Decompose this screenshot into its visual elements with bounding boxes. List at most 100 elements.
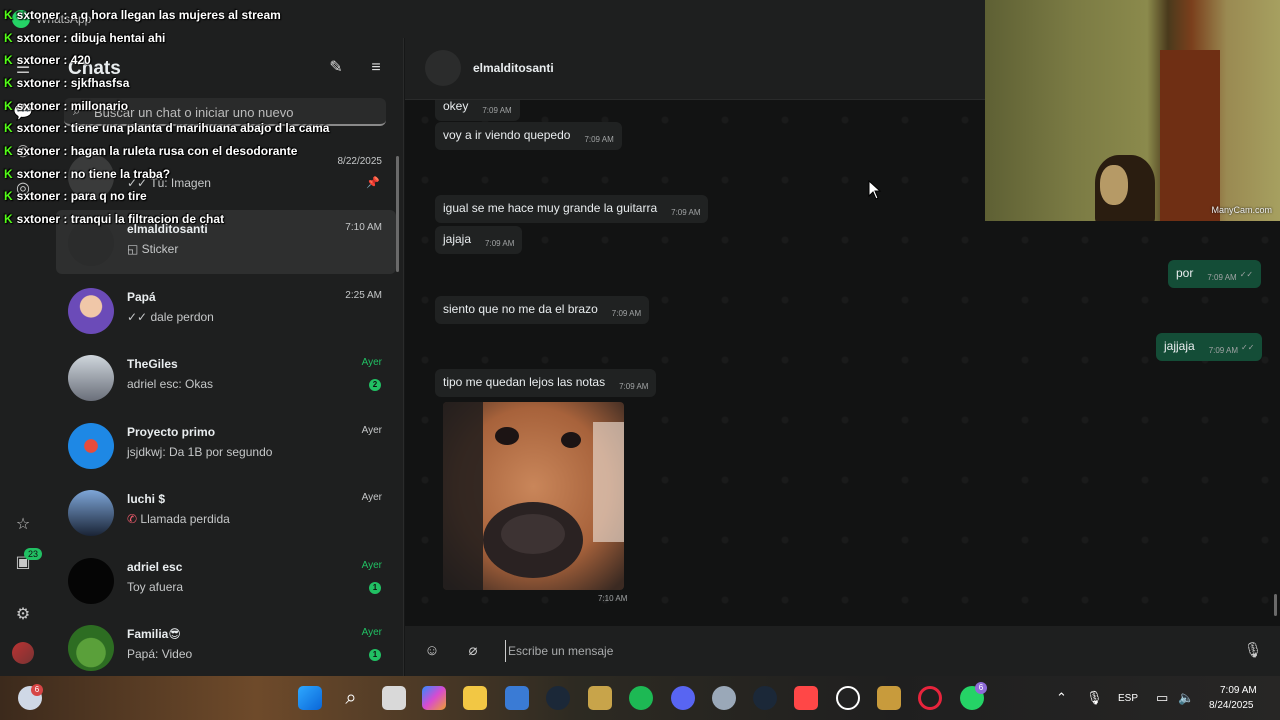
kick-icon: K <box>4 212 13 226</box>
message-input[interactable] <box>505 640 1205 662</box>
filter-icon[interactable]: ≡ <box>366 58 386 78</box>
chat-preview: jsjdkwj: Da 1B por segundo <box>127 445 273 459</box>
sticker-time: 7:10 AM <box>598 594 628 603</box>
task-view-icon[interactable] <box>382 686 406 710</box>
sticker-icon: ◱ <box>127 242 142 256</box>
start-icon[interactable] <box>298 686 322 710</box>
webcam-watermark: ManyCam.com <box>1211 205 1272 215</box>
stream-chat-line: Ksxtoner : para q no tire <box>4 189 147 203</box>
chat-item[interactable]: adriel esc Toy afuera Ayer 1 <box>56 548 396 612</box>
chat-name: Proyecto primo <box>127 425 216 439</box>
clock-time[interactable]: 7:09 AM <box>1220 685 1257 696</box>
search-taskbar-icon[interactable]: ⌕ <box>339 686 363 710</box>
ea-icon[interactable] <box>794 686 818 710</box>
app-icon[interactable] <box>588 686 612 710</box>
chat-preview: ✓✓ dale perdon <box>127 310 214 324</box>
chat-name: Familia😎 <box>127 627 181 641</box>
stream-chat-line: Ksxtoner : dibuja hentai ahi <box>4 31 166 45</box>
chat-avatar <box>68 490 114 536</box>
message-bubble-out[interactable]: jajjaja 7:09 AM ✓✓ <box>1156 333 1263 361</box>
clock-date[interactable]: 8/24/2025 <box>1209 700 1254 711</box>
steam-icon-2[interactable] <box>753 686 777 710</box>
contact-name[interactable]: elmalditosanti <box>473 61 554 75</box>
stream-chat-line: Ksxtoner : hagan la ruleta rusa con el d… <box>4 144 298 158</box>
kick-icon: K <box>4 167 13 181</box>
chat-item[interactable]: Familia😎 Papá: Video Ayer 1 <box>56 615 396 679</box>
chat-name: Papá <box>127 290 156 304</box>
message-bubble[interactable]: tipo me quedan lejos las notas 7:09 AM <box>435 369 657 397</box>
sticker-image[interactable] <box>443 402 624 590</box>
chat-time: 7:10 AM <box>345 222 382 233</box>
language-indicator[interactable]: ESP <box>1118 693 1138 704</box>
chat-item[interactable]: TheGiles adriel esc: Okas Ayer 2 <box>56 345 396 409</box>
chat-preview: ✆ Llamada perdida <box>127 512 230 526</box>
spotify-icon[interactable] <box>629 686 653 710</box>
contact-avatar[interactable] <box>425 50 461 86</box>
read-check-icon: ✓✓ <box>1241 343 1255 352</box>
message-bubble[interactable]: voy a ir viendo quepedo 7:09 AM <box>435 122 622 150</box>
chat-list-scrollbar[interactable] <box>396 156 399 272</box>
discord-icon[interactable] <box>671 686 695 710</box>
kick-icon: K <box>4 189 13 203</box>
chat-name: luchi $ <box>127 492 166 506</box>
store-icon[interactable] <box>505 686 529 710</box>
composer-bar: ☺ ⌀ 🎙 <box>405 626 1280 676</box>
read-check-icon: ✓✓ <box>127 310 151 324</box>
file-explorer-icon[interactable] <box>463 686 487 710</box>
kick-icon: K <box>4 99 13 113</box>
chat-time: 2:25 AM <box>345 290 382 301</box>
starred-icon[interactable]: ☆ <box>12 514 34 536</box>
volume-icon[interactable]: 🔈 <box>1178 690 1194 706</box>
tray-chevron-icon[interactable]: ⌃ <box>1056 690 1067 706</box>
profile-avatar[interactable] <box>12 642 34 664</box>
chat-avatar <box>68 355 114 401</box>
chat-preview: adriel esc: Okas <box>127 377 214 391</box>
steam-icon[interactable] <box>546 686 570 710</box>
chat-time: Ayer <box>361 560 382 571</box>
chat-avatar <box>68 625 114 671</box>
kick-icon: K <box>4 8 13 22</box>
conversation-scrollbar[interactable] <box>1274 594 1277 616</box>
webcam-overlay: ManyCam.com <box>985 0 1280 221</box>
emoji-icon[interactable]: ☺ <box>421 640 443 662</box>
whatsapp-badge: 6 <box>975 682 987 694</box>
settings-taskbar-icon[interactable] <box>712 686 736 710</box>
chat-preview: Toy afuera <box>127 580 184 594</box>
kick-icon: K <box>4 144 13 158</box>
stream-chat-line: Ksxtoner : no tiene la traba? <box>4 167 171 181</box>
chat-time: Ayer <box>361 357 382 368</box>
opera-icon[interactable] <box>918 686 942 710</box>
new-chat-icon[interactable]: ✎ <box>326 58 346 78</box>
kick-icon: K <box>4 31 13 45</box>
webcam-door <box>1160 50 1220 221</box>
unread-badge: 2 <box>369 379 381 391</box>
copilot-icon[interactable] <box>422 686 446 710</box>
stream-chat-line: Ksxtoner : tiene una planta d marihuana … <box>4 121 330 135</box>
attach-icon[interactable]: ⌀ <box>462 640 484 662</box>
stream-chat-line: Ksxtoner : tranqui la filtracion de chat <box>4 212 225 226</box>
obs-icon[interactable] <box>836 686 860 710</box>
network-icon[interactable]: ▭ <box>1156 690 1168 706</box>
chat-name: TheGiles <box>127 357 178 371</box>
message-bubble[interactable]: jajaja 7:09 AM <box>435 226 523 254</box>
microphone-icon[interactable]: 🎙 <box>1242 640 1264 662</box>
message-bubble[interactable]: okey 7:09 AM <box>435 100 520 121</box>
message-bubble[interactable]: siento que no me da el brazo 7:09 AM <box>435 296 650 324</box>
stream-chat-line: Ksxtoner : sjkfhasfsa <box>4 76 130 90</box>
chat-item[interactable]: Papá ✓✓ dale perdon 2:25 AM <box>56 278 396 342</box>
mouse-cursor-icon <box>868 180 882 200</box>
message-bubble[interactable]: igual se me hace muy grande la guitarra 7… <box>435 195 709 223</box>
tray-mic-icon[interactable]: 🎙 <box>1086 690 1103 706</box>
kick-icon: K <box>4 76 13 90</box>
chat-item[interactable]: Proyecto primo jsjdkwj: Da 1B por segund… <box>56 413 396 477</box>
search-input[interactable] <box>94 102 374 122</box>
settings-icon[interactable]: ⚙ <box>12 604 34 626</box>
chat-item[interactable]: luchi $ ✆ Llamada perdida Ayer <box>56 480 396 544</box>
chat-preview: ◱ Sticker <box>127 242 179 256</box>
message-bubble-out[interactable]: por 7:09 AM ✓✓ <box>1168 260 1262 288</box>
chat-time: Ayer <box>361 627 382 638</box>
screen: WhatsApp ☰ 💬 ✆ ◎ ☆ ▣ 23 ⚙ Chats ✎ ≡ ⌕ ✓✓… <box>0 0 1280 720</box>
chat-time: Ayer <box>361 425 382 436</box>
league-icon[interactable] <box>877 686 901 710</box>
stream-chat-line: Ksxtoner : a q hora llegan las mujeres a… <box>4 8 281 22</box>
